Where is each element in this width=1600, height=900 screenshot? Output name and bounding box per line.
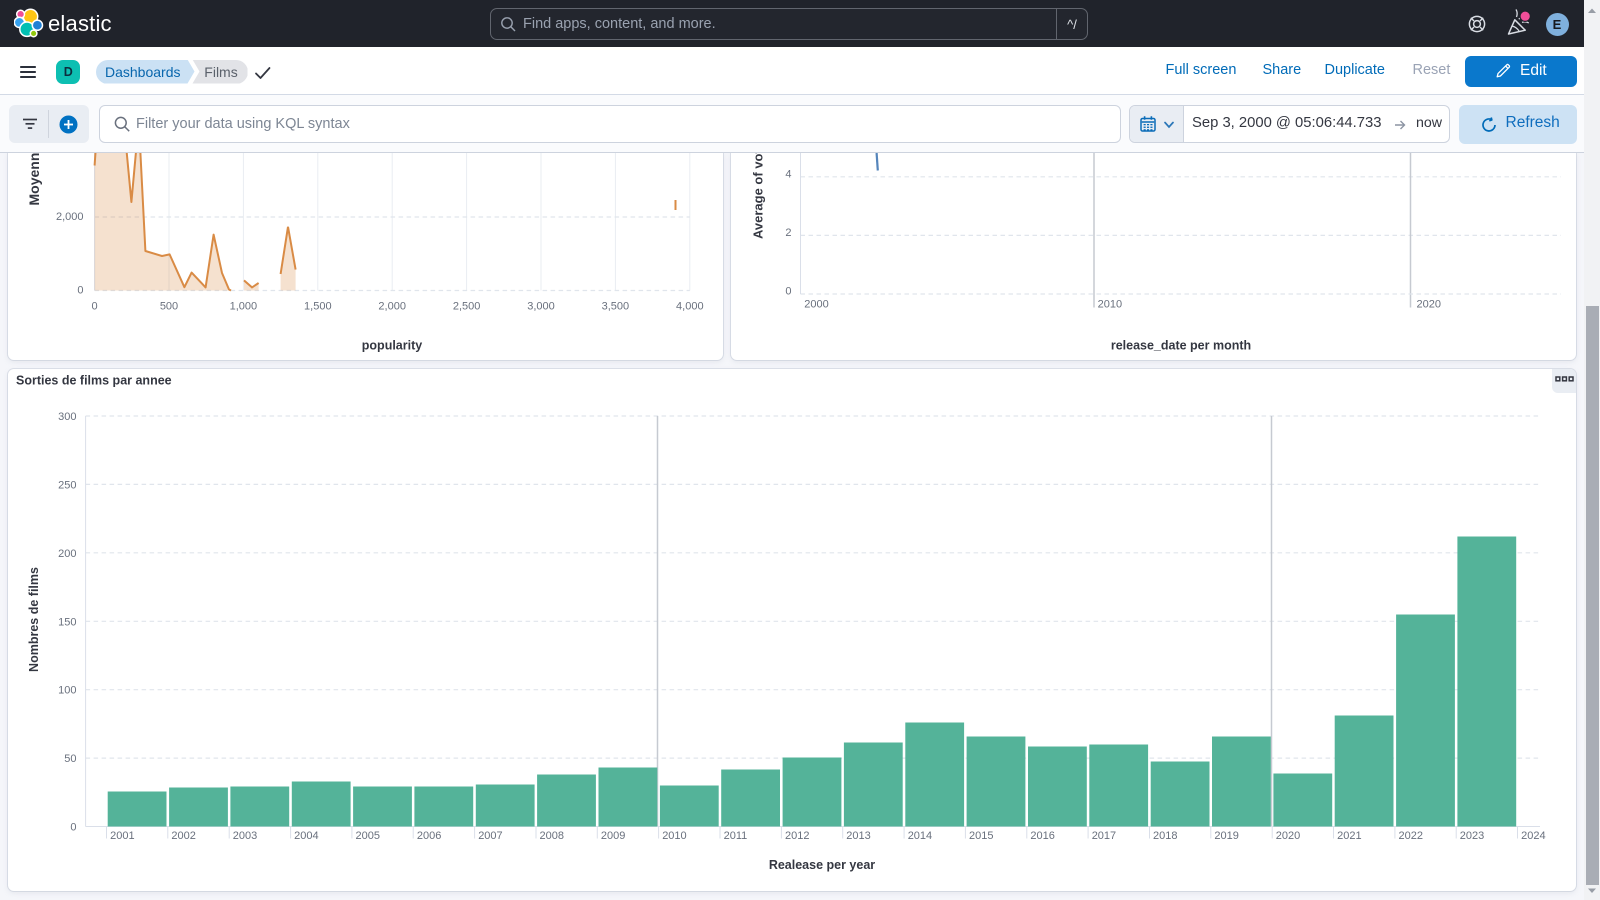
svg-text:0: 0	[92, 300, 98, 312]
svg-text:Nombres de films: Nombres de films	[27, 567, 41, 672]
svg-text:2012: 2012	[785, 830, 809, 842]
svg-text:2021: 2021	[1337, 830, 1361, 842]
svg-text:100: 100	[58, 684, 76, 696]
svg-text:2,000: 2,000	[378, 300, 406, 312]
svg-text:2008: 2008	[540, 830, 564, 842]
svg-text:300: 300	[58, 411, 76, 423]
svg-text:2024: 2024	[1521, 830, 1545, 842]
svg-text:0: 0	[77, 284, 83, 296]
svg-text:2022: 2022	[1399, 830, 1423, 842]
svg-text:2009: 2009	[601, 830, 625, 842]
svg-text:2006: 2006	[417, 830, 441, 842]
svg-text:200: 200	[58, 547, 76, 559]
svg-text:2018: 2018	[1153, 830, 1177, 842]
svg-text:release_date per month: release_date per month	[1111, 338, 1251, 352]
svg-text:2013: 2013	[846, 830, 870, 842]
svg-text:150: 150	[58, 616, 76, 628]
svg-text:2020: 2020	[1417, 298, 1441, 310]
svg-text:3,000: 3,000	[527, 300, 555, 312]
svg-text:1,500: 1,500	[304, 300, 332, 312]
svg-text:Realease per year: Realease per year	[769, 858, 875, 872]
svg-text:3,500: 3,500	[602, 300, 630, 312]
svg-text:2011: 2011	[724, 830, 748, 842]
svg-text:2,500: 2,500	[453, 300, 481, 312]
svg-text:2016: 2016	[1030, 830, 1054, 842]
svg-text:2007: 2007	[478, 830, 502, 842]
svg-text:2019: 2019	[1214, 830, 1238, 842]
svg-text:500: 500	[160, 300, 178, 312]
svg-text:2014: 2014	[908, 830, 932, 842]
svg-text:2020: 2020	[1276, 830, 1300, 842]
svg-text:Moyenne de budget: Moyenne de budget	[26, 153, 42, 206]
svg-text:2000: 2000	[804, 298, 828, 310]
svg-text:4: 4	[785, 168, 791, 180]
svg-text:2,000: 2,000	[56, 211, 84, 223]
svg-text:2003: 2003	[233, 830, 257, 842]
svg-text:0: 0	[70, 821, 76, 833]
svg-text:2015: 2015	[969, 830, 993, 842]
svg-text:2023: 2023	[1460, 830, 1484, 842]
svg-text:Average of vote_average: Average of vote_average	[751, 153, 766, 239]
svg-text:2017: 2017	[1092, 830, 1116, 842]
svg-text:250: 250	[58, 479, 76, 491]
svg-text:2001: 2001	[110, 830, 134, 842]
svg-text:2004: 2004	[294, 830, 318, 842]
svg-text:2: 2	[785, 226, 791, 238]
svg-text:popularity: popularity	[362, 338, 422, 352]
svg-text:2002: 2002	[171, 830, 195, 842]
svg-text:0: 0	[785, 285, 791, 297]
svg-text:50: 50	[64, 753, 76, 765]
svg-text:2010: 2010	[662, 830, 686, 842]
svg-text:4,000: 4,000	[676, 300, 704, 312]
svg-text:2005: 2005	[356, 830, 380, 842]
svg-text:Sorties de films par annee: Sorties de films par annee	[16, 373, 172, 387]
svg-text:2010: 2010	[1098, 298, 1122, 310]
svg-text:1,000: 1,000	[230, 300, 258, 312]
